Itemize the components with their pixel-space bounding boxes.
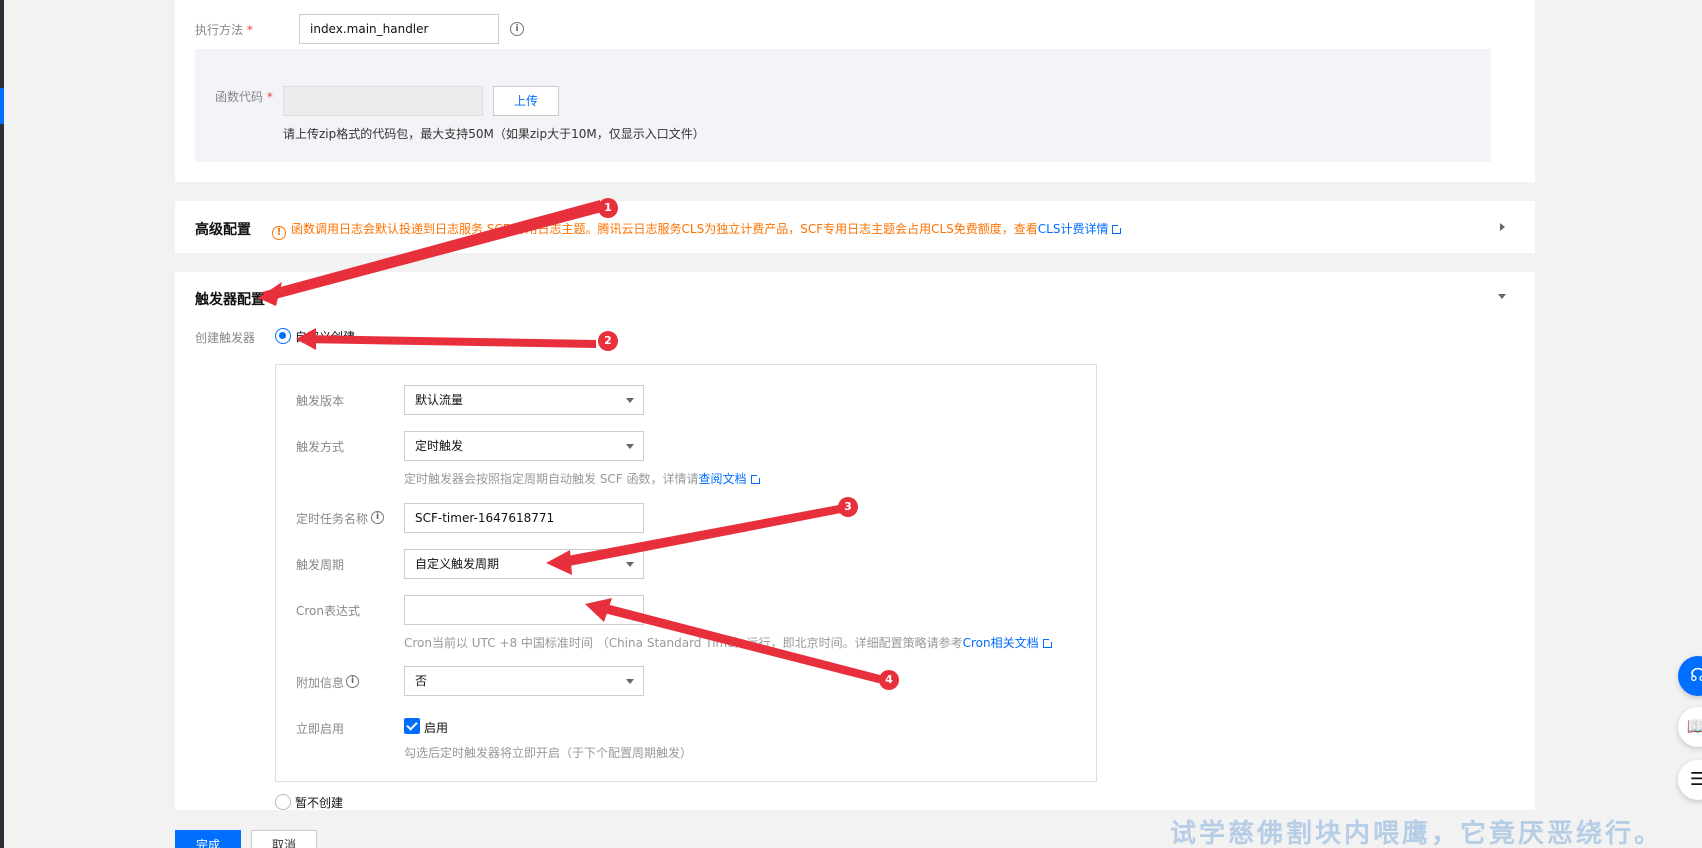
function-code-label: 函数代码 xyxy=(215,88,273,105)
external-link-icon xyxy=(1042,637,1054,648)
cron-docs-link[interactable]: Cron相关文档 xyxy=(963,636,1039,650)
advanced-warning: ! 函数调用日志会默认投递到日志服务 SCF 专用日志主题。腾讯云日志服务CLS为… xyxy=(272,220,1124,240)
advanced-config-title: 高级配置 xyxy=(195,222,251,238)
info-icon[interactable]: i xyxy=(371,511,384,524)
enable-checkbox[interactable] xyxy=(404,718,420,734)
radio-custom-create-label[interactable]: 自定义创建 xyxy=(295,328,355,345)
cron-hint: Cron当前以 UTC +8 中国标准时间 （China Standard Ti… xyxy=(404,634,1054,651)
warning-icon: ! xyxy=(272,226,286,240)
cancel-button[interactable]: 取消 xyxy=(251,830,317,848)
trigger-version-select[interactable]: 默认流量 xyxy=(404,385,644,415)
extra-info-select[interactable]: 否 xyxy=(404,666,644,696)
radio-no-create[interactable] xyxy=(275,794,291,810)
info-icon[interactable]: i xyxy=(346,675,359,688)
enable-checkbox-label[interactable]: 启用 xyxy=(424,719,448,736)
finish-button[interactable]: 完成 xyxy=(175,830,241,848)
book-icon[interactable]: 📖 xyxy=(1678,707,1702,747)
trigger-config-title: 触发器配置 xyxy=(195,292,265,308)
annotation-badge-2: 2 xyxy=(598,331,618,351)
enable-hint: 勾选后定时触发器将立即开启（于下个配置周期触发） xyxy=(404,746,693,760)
trigger-method-hint: 定时触发器会按照指定周期自动触发 SCF 函数，详情请查阅文档 xyxy=(404,470,762,487)
watermark: 试学慈佛割块内喂鹰，它竟厌恶绕行。 xyxy=(1170,819,1664,848)
list-icon[interactable]: ☰ xyxy=(1678,760,1702,800)
upload-button[interactable]: 上传 xyxy=(493,86,559,116)
create-trigger-label: 创建触发器 xyxy=(195,331,256,345)
upload-hint: 请上传zip格式的代码包，最大支持50M（如果zip大于10M，仅显示入口文件） xyxy=(283,127,705,141)
left-nav-strip xyxy=(0,0,4,848)
external-link-icon xyxy=(750,473,762,484)
cls-billing-link[interactable]: CLS计费详情 xyxy=(1038,222,1109,236)
trigger-method-label: 触发方式 xyxy=(296,440,345,454)
trigger-method-select[interactable]: 定时触发 xyxy=(404,431,644,461)
annotation-badge-1: 1 xyxy=(598,198,618,218)
info-icon[interactable]: i xyxy=(510,22,524,36)
annotation-badge-3: 3 xyxy=(838,497,858,517)
cron-label: Cron表达式 xyxy=(296,604,360,618)
code-file-input xyxy=(283,86,483,116)
exec-method-input[interactable]: index.main_handler xyxy=(299,14,499,44)
exec-method-label: 执行方法 xyxy=(195,21,253,38)
radio-custom-create[interactable] xyxy=(275,328,291,344)
trigger-form-box xyxy=(275,364,1097,782)
trigger-period-select[interactable]: 自定义触发周期 xyxy=(404,549,644,579)
external-link-icon xyxy=(1112,223,1124,234)
task-name-label: 定时任务名称 xyxy=(296,512,369,526)
enable-now-label: 立即启用 xyxy=(296,722,345,736)
trigger-version-label: 触发版本 xyxy=(296,394,345,408)
chevron-down-icon[interactable] xyxy=(1498,294,1506,299)
chevron-right-icon[interactable] xyxy=(1500,223,1505,231)
radio-no-create-label[interactable]: 暂不创建 xyxy=(295,794,343,811)
cron-input[interactable] xyxy=(404,595,644,625)
nav-active-indicator xyxy=(0,88,4,124)
annotation-badge-4: 4 xyxy=(879,670,899,690)
docs-link[interactable]: 查阅文档 xyxy=(699,472,747,486)
headset-icon[interactable]: ☊ xyxy=(1678,656,1702,696)
task-name-input[interactable]: SCF-timer-1647618771 xyxy=(404,503,644,533)
extra-info-label: 附加信息 xyxy=(296,676,345,690)
trigger-period-label: 触发周期 xyxy=(296,558,345,572)
